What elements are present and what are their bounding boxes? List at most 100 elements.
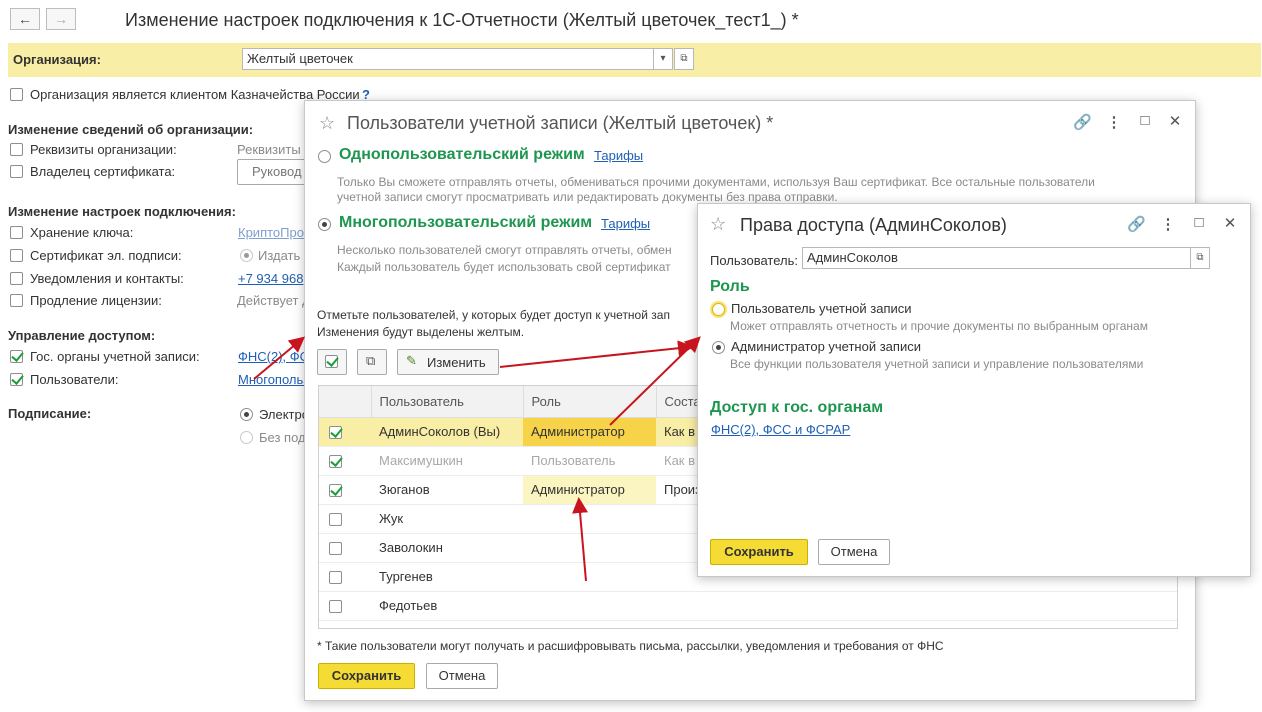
row-checkbox[interactable] — [329, 513, 342, 527]
users-checkbox[interactable] — [10, 373, 23, 386]
row-checkbox[interactable] — [329, 484, 342, 498]
copy-icon: ⧉ — [366, 353, 376, 368]
sig-cert-radio[interactable] — [240, 249, 253, 262]
notifications-checkbox[interactable] — [10, 272, 23, 285]
requisites-value: Реквизиты — [237, 142, 301, 157]
rights-save-button[interactable]: Сохранить — [710, 539, 808, 565]
users-dialog-title: Пользователи учетной записи (Желтый цвет… — [347, 113, 774, 133]
license-checkbox[interactable] — [10, 294, 23, 307]
row-checkbox[interactable] — [329, 600, 342, 614]
row-user: Тургенев — [371, 562, 523, 592]
row-role: Пользователь — [523, 446, 656, 476]
rights-user-open-button[interactable]: ⧉ — [1190, 247, 1210, 269]
row-comp — [656, 591, 1177, 621]
gov-access-link[interactable]: ФНС(2), ФСС и ФСРАР — [711, 422, 850, 437]
row-checkbox[interactable] — [329, 571, 342, 585]
cert-owner-checkbox[interactable] — [10, 165, 23, 178]
users-label: Пользователи: — [30, 372, 119, 387]
forward-button[interactable]: → — [46, 8, 76, 30]
close-icon[interactable]: ✕ — [1222, 214, 1238, 232]
organization-field[interactable]: Желтый цветочек — [242, 48, 654, 70]
requisites-label: Реквизиты организации: — [30, 142, 177, 157]
row-checkbox[interactable] — [329, 455, 342, 469]
row-user: АдминСоколов (Вы) — [371, 417, 523, 447]
row-role — [523, 533, 656, 563]
key-storage-checkbox[interactable] — [10, 226, 23, 239]
gov-organs-link[interactable]: ФНС(2), ФС — [238, 349, 309, 364]
check-all-button[interactable] — [317, 349, 347, 375]
rights-cancel-button[interactable]: Отмена — [818, 539, 890, 565]
col-user-header[interactable]: Пользователь — [371, 386, 524, 418]
users-cancel-button[interactable]: Отмена — [426, 663, 498, 689]
gov-organs-checkbox[interactable] — [10, 350, 23, 363]
link-icon[interactable]: 🔗 — [1073, 113, 1092, 131]
organization-label: Организация: — [13, 52, 101, 67]
check-all-icon — [325, 355, 338, 368]
star-icon[interactable]: ☆ — [319, 113, 335, 134]
arrow-right-icon: → — [54, 11, 68, 27]
more-icon[interactable]: ⋮ — [1160, 215, 1176, 233]
signing-radio-electronic[interactable] — [240, 408, 253, 421]
role-user-radio[interactable] — [712, 303, 725, 316]
edit-button[interactable]: ✎ Изменить — [397, 349, 499, 375]
maximize-icon[interactable]: □ — [1191, 214, 1207, 231]
close-icon[interactable]: ✕ — [1167, 112, 1183, 130]
row-checkbox[interactable] — [329, 426, 342, 440]
signing-radio-none[interactable] — [240, 431, 253, 444]
single-mode-desc-1: Только Вы сможете отправлять отчеты, обм… — [337, 175, 1095, 189]
link-icon[interactable]: 🔗 — [1127, 215, 1146, 233]
more-icon[interactable]: ⋮ — [1106, 113, 1122, 131]
cert-owner-label: Владелец сертификата: — [30, 164, 176, 179]
users-link[interactable]: Многопольз — [238, 372, 309, 387]
multi-mode-radio[interactable] — [318, 218, 331, 231]
row-user: Жук — [371, 504, 523, 534]
caret-down-icon: ▾ — [660, 53, 666, 64]
single-mode-radio[interactable] — [318, 150, 331, 163]
star-icon[interactable]: ☆ — [710, 214, 726, 235]
row-user: Федотьев — [371, 591, 523, 621]
role-user-desc: Может отправлять отчетность и прочие док… — [730, 319, 1148, 333]
maximize-icon[interactable]: □ — [1137, 112, 1153, 129]
back-button[interactable]: ← — [10, 8, 40, 30]
table-row[interactable]: Федотьев — [319, 591, 1177, 621]
sig-cert-value: Издать — [258, 248, 301, 263]
treasury-checkbox[interactable] — [10, 88, 23, 101]
role-admin-label: Администратор учетной записи — [731, 339, 921, 354]
section-access: Управление доступом: — [8, 328, 156, 343]
sig-cert-checkbox[interactable] — [10, 249, 23, 262]
requisites-checkbox[interactable] — [10, 143, 23, 156]
notifications-link[interactable]: +7 934 968 — [238, 271, 303, 286]
section-connection: Изменение настроек подключения: — [8, 204, 236, 219]
multi-mode-desc-2: Каждый пользователь будет использовать с… — [337, 260, 671, 274]
users-note-1: Отметьте пользователей, у которых будет … — [317, 308, 670, 322]
signing-option-electronic: Электро — [259, 407, 309, 422]
row-user: Заволокин — [371, 533, 523, 563]
rights-user-label: Пользователь: — [710, 253, 798, 268]
sig-cert-label: Сертификат эл. подписи: — [30, 248, 182, 263]
multi-mode-tariffs-link[interactable]: Тарифы — [601, 216, 650, 231]
role-admin-radio[interactable] — [712, 341, 725, 354]
users-footnote: * Такие пользователи могут получать и ра… — [317, 639, 944, 653]
signing-label: Подписание: — [8, 406, 92, 421]
gov-organs-label: Гос. органы учетной записи: — [30, 349, 200, 364]
row-role — [523, 562, 656, 592]
row-role — [523, 504, 656, 534]
single-mode-label: Однопользовательский режим — [339, 146, 585, 163]
signing-option-none: Без под — [259, 430, 306, 445]
organization-dropdown-button[interactable]: ▾ — [653, 48, 673, 70]
row-role: Администратор — [523, 475, 656, 505]
single-mode-tariffs-link[interactable]: Тарифы — [594, 148, 643, 163]
users-save-button[interactable]: Сохранить — [318, 663, 415, 689]
rights-user-field[interactable]: АдминСоколов — [802, 247, 1191, 269]
license-value: Действует д — [237, 293, 310, 308]
multi-mode-label: Многопользовательский режим — [339, 214, 593, 231]
rights-dialog-title: Права доступа (АдминСоколов) — [740, 215, 1007, 235]
organization-open-button[interactable]: ⧉ — [674, 48, 694, 70]
row-checkbox[interactable] — [329, 542, 342, 556]
row-role — [523, 591, 656, 621]
page-title: Изменение настроек подключения к 1С-Отче… — [125, 10, 799, 30]
key-storage-link[interactable]: КриптоПро — [238, 225, 304, 240]
col-role-header[interactable]: Роль — [523, 386, 657, 418]
copy-button[interactable]: ⧉ — [357, 349, 387, 375]
pencil-icon: ✎ — [406, 353, 417, 368]
